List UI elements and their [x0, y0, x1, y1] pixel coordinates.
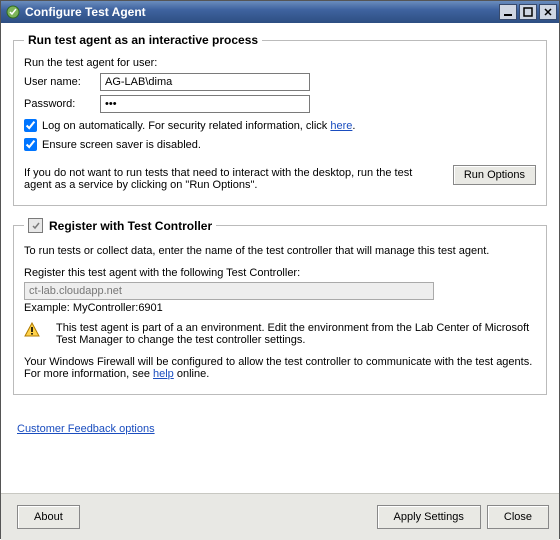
password-label: Password: [24, 98, 100, 110]
username-label: User name: [24, 76, 100, 88]
warning-icon [24, 322, 40, 338]
window-title: Configure Test Agent [25, 5, 146, 19]
apply-settings-button[interactable]: Apply Settings [377, 505, 481, 529]
password-input[interactable] [100, 95, 310, 113]
register-intro: To run tests or collect data, enter the … [24, 245, 536, 257]
register-label: Register this test agent with the follow… [24, 267, 536, 279]
customer-feedback-link[interactable]: Customer Feedback options [17, 423, 155, 435]
about-button[interactable]: About [17, 505, 80, 529]
environment-warning-text: This test agent is part of a an environm… [56, 322, 536, 346]
interactive-process-group: Run test agent as an interactive process… [13, 33, 547, 206]
username-input[interactable] [100, 73, 310, 91]
app-icon [5, 4, 21, 20]
run-options-button[interactable]: Run Options [453, 165, 536, 185]
interactive-process-legend: Run test agent as an interactive process [24, 33, 262, 47]
run-for-user-label: Run the test agent for user: [24, 57, 536, 69]
log-on-automatically-checkbox[interactable] [24, 119, 37, 132]
register-controller-group: Register with Test Controller To run tes… [13, 218, 547, 395]
screen-saver-label: Ensure screen saver is disabled. [42, 139, 201, 151]
close-button[interactable] [539, 4, 557, 20]
log-on-automatically-label: Log on automatically. For security relat… [42, 120, 355, 132]
content-area: Run test agent as an interactive process… [1, 23, 559, 493]
register-controller-tristate-checkbox[interactable] [28, 218, 43, 233]
security-info-link[interactable]: here [330, 120, 352, 132]
titlebar: Configure Test Agent [1, 1, 559, 23]
firewall-text: Your Windows Firewall will be configured… [24, 356, 536, 380]
minimize-button[interactable] [499, 4, 517, 20]
footer: About Apply Settings Close [1, 493, 559, 540]
maximize-button[interactable] [519, 4, 537, 20]
controller-example: Example: MyController:6901 [24, 302, 536, 314]
firewall-help-link[interactable]: help [153, 368, 174, 380]
close-footer-button[interactable]: Close [487, 505, 549, 529]
test-controller-input [24, 282, 434, 300]
register-controller-legend: Register with Test Controller [24, 218, 216, 233]
screen-saver-checkbox[interactable] [24, 138, 37, 151]
run-options-description: If you do not want to run tests that nee… [24, 167, 443, 191]
